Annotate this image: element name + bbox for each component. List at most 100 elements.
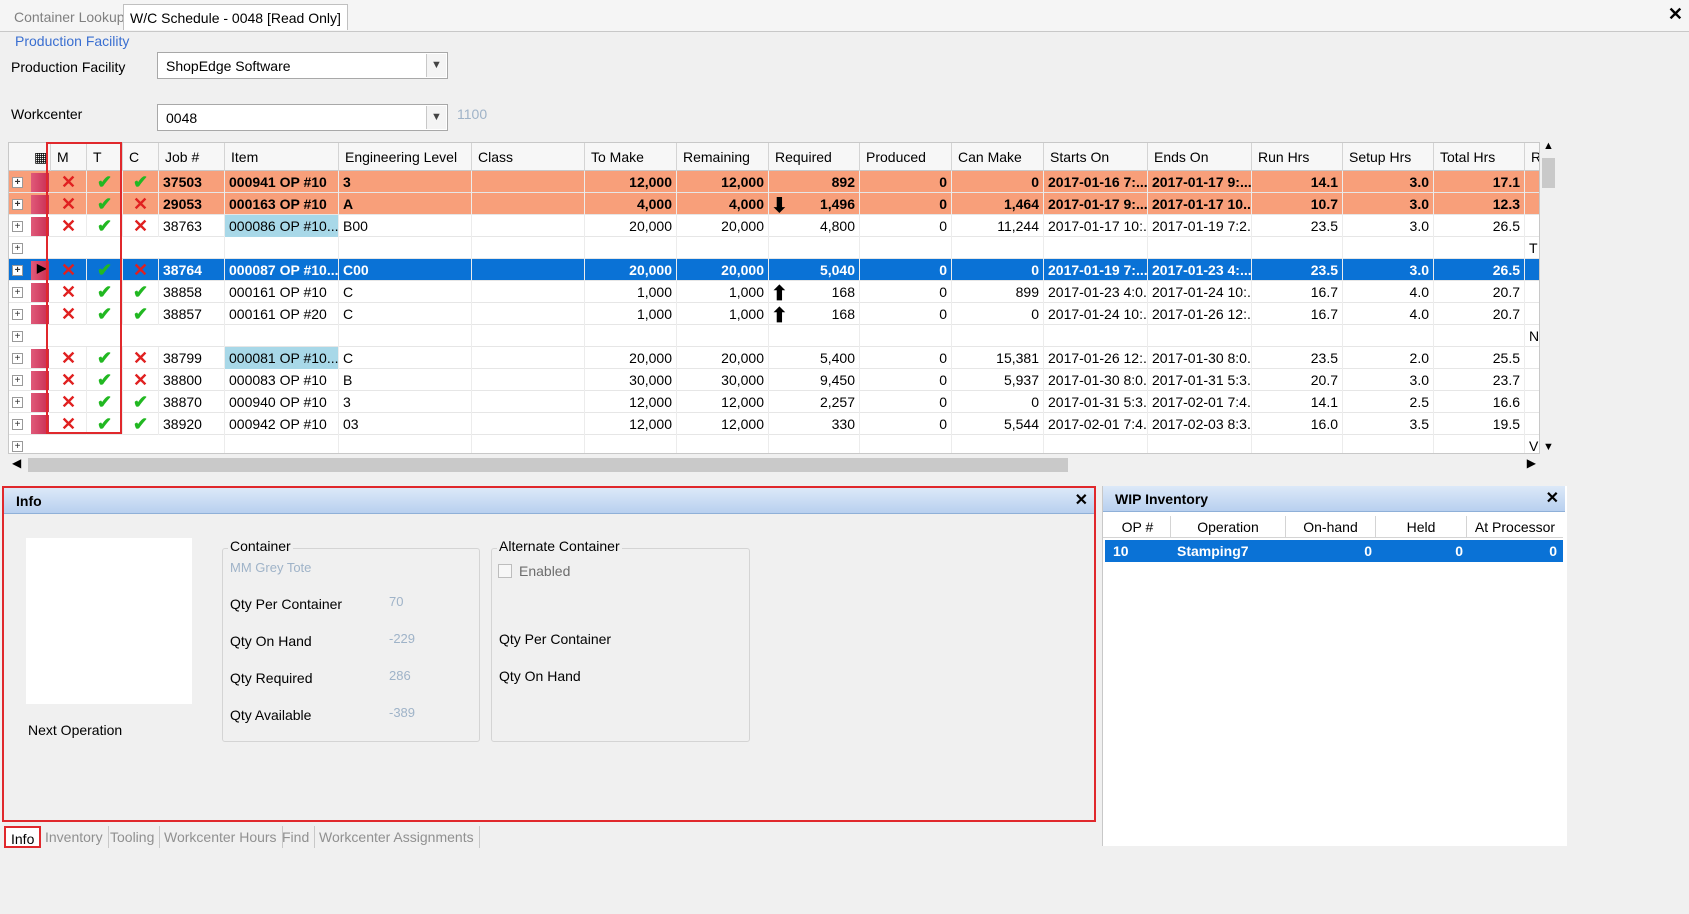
scroll-up-icon[interactable]: ▲ bbox=[1543, 140, 1554, 152]
col-m[interactable]: M bbox=[51, 143, 87, 171]
scroll-right-icon[interactable]: ▶ bbox=[1527, 456, 1536, 470]
total-hrs-cell: 20.7 bbox=[1434, 303, 1525, 325]
tab-inventory[interactable]: Inventory bbox=[40, 826, 109, 848]
expand-icon[interactable]: + bbox=[12, 331, 23, 342]
r-cell: T bbox=[1525, 237, 1539, 259]
total-hrs-cell: 26.5 bbox=[1434, 259, 1525, 281]
scroll-thumb[interactable] bbox=[1542, 158, 1555, 188]
wip-col-op[interactable]: OP # bbox=[1105, 516, 1171, 538]
col-can-make[interactable]: Can Make bbox=[952, 143, 1044, 171]
col-engineering-level[interactable]: Engineering Level bbox=[339, 143, 472, 171]
expand-icon[interactable]: + bbox=[12, 375, 23, 386]
close-icon[interactable]: ✕ bbox=[1075, 488, 1088, 514]
chevron-down-icon[interactable]: ▼ bbox=[426, 106, 446, 129]
schedule-grid: ▦ M T C Job # Item Engineering Level Cla… bbox=[8, 142, 1540, 454]
workcenter-combo[interactable]: 0048 ▼ bbox=[157, 104, 448, 131]
close-icon[interactable]: ✕ bbox=[1546, 486, 1559, 512]
col-run-hrs[interactable]: Run Hrs bbox=[1252, 143, 1343, 171]
expand-icon[interactable]: + bbox=[12, 243, 23, 254]
col-required[interactable]: Required bbox=[769, 143, 860, 171]
table-row[interactable]: + ✕ ✔ ✕ 38800 000083 OP #10 B 30,000 30,000 9,450… bbox=[9, 369, 1539, 392]
col-produced[interactable]: Produced bbox=[860, 143, 952, 171]
table-row[interactable]: + ✕ ✔ ✔ 38870 000940 OP #10 3 12,000 12,000 2,257… bbox=[9, 391, 1539, 414]
table-row[interactable]: + ✕ ✔ ✔ 38858 000161 OP #10 C 1,000 1,000 168 0 899… bbox=[9, 281, 1539, 305]
tab-tooling[interactable]: Tooling bbox=[105, 826, 161, 848]
cross-icon: ✕ bbox=[60, 282, 77, 302]
expand-icon[interactable]: + bbox=[12, 221, 23, 232]
expand-icon[interactable]: + bbox=[12, 397, 23, 408]
wip-col-operation[interactable]: Operation bbox=[1171, 516, 1286, 538]
table-row[interactable]: + ✕ ✔ ✔ 38857 000161 OP #20 C 1,000 1,000 168 0 0 20… bbox=[9, 303, 1539, 327]
col-r[interactable]: R bbox=[1525, 143, 1539, 171]
group-separator-row[interactable]: + V bbox=[9, 435, 1539, 453]
col-class[interactable]: Class bbox=[472, 143, 585, 171]
expand-icon[interactable]: + bbox=[12, 419, 23, 430]
class-cell bbox=[472, 435, 585, 453]
table-row[interactable]: + ✕ ✔ ✕ 38799 000081 OP #10... C 20,000 20,000 5,… bbox=[9, 347, 1539, 370]
scroll-left-icon[interactable]: ◀ bbox=[12, 456, 21, 470]
column-chooser-icon[interactable]: ▦ bbox=[31, 143, 51, 171]
grid-vertical-scrollbar[interactable]: ▲ ▼ bbox=[1540, 140, 1557, 453]
tab-wc-schedule[interactable]: W/C Schedule - 0048 [Read Only] bbox=[123, 4, 348, 30]
group-separator-row[interactable]: + T bbox=[9, 237, 1539, 259]
expand-icon[interactable]: + bbox=[12, 287, 23, 298]
expand-icon[interactable]: + bbox=[12, 309, 23, 320]
wip-row[interactable]: 10 Stamping7 0 0 0 bbox=[1105, 540, 1563, 562]
table-row[interactable]: + ✕ ✔ ✔ 38920 000942 OP #10 03 12,000 12,000 330 0… bbox=[9, 413, 1539, 436]
scroll-down-icon[interactable]: ▼ bbox=[1543, 441, 1554, 453]
bottom-tab-strip: Info Inventory Tooling Workcenter Hours … bbox=[0, 824, 1096, 848]
r-cell bbox=[1525, 259, 1539, 281]
production-facility-combo[interactable]: ShopEdge Software ▼ bbox=[157, 52, 448, 79]
col-total-hrs[interactable]: Total Hrs bbox=[1434, 143, 1525, 171]
expand-icon[interactable]: + bbox=[12, 265, 23, 276]
cross-icon: ✕ bbox=[60, 392, 77, 412]
engineering-level-cell: C bbox=[339, 303, 472, 325]
ends-on-cell: 2017-01-19 7:2... bbox=[1148, 215, 1252, 237]
required-cell: 330 bbox=[769, 413, 860, 435]
produced-cell bbox=[860, 325, 952, 347]
expand-icon[interactable]: + bbox=[12, 177, 23, 188]
col-item[interactable]: Item bbox=[225, 143, 339, 171]
col-remaining[interactable]: Remaining bbox=[677, 143, 769, 171]
enabled-checkbox[interactable] bbox=[498, 564, 512, 578]
scroll-thumb[interactable] bbox=[28, 458, 1068, 472]
tab-workcenter-hours[interactable]: Workcenter Hours bbox=[159, 826, 283, 848]
flag-t-cell: ✔ bbox=[87, 413, 123, 436]
col-c[interactable]: C bbox=[123, 143, 159, 171]
table-row[interactable]: + ✕ ✔ ✔ 37503 000941 OP #10 3 12,000 12,000 892 0 0… bbox=[9, 171, 1539, 194]
expand-icon[interactable]: + bbox=[12, 199, 23, 210]
flag-c-cell: ✕ bbox=[123, 215, 159, 238]
expand-icon[interactable]: + bbox=[12, 353, 23, 364]
flag-t-cell: ✔ bbox=[87, 193, 123, 216]
chevron-down-icon[interactable]: ▼ bbox=[426, 54, 446, 77]
cross-icon: ✕ bbox=[60, 172, 77, 192]
col-setup-hrs[interactable]: Setup Hrs bbox=[1343, 143, 1434, 171]
flag-t-cell: ✔ bbox=[87, 347, 123, 370]
table-row[interactable]: + ✕ ✔ ✕ 29053 000163 OP #10 A 4,000 4,000 1,496 0 1… bbox=[9, 193, 1539, 217]
table-row[interactable]: + ▶ ✕ ✔ ✕ 38764 000087 OP #10... C00 20,000 20,00… bbox=[9, 259, 1539, 282]
production-facility-label: Production Facility bbox=[11, 59, 126, 75]
table-row[interactable]: + ✕ ✔ ✕ 38763 000086 OP #10... B00 20,000 20,000… bbox=[9, 215, 1539, 238]
tab-find[interactable]: Find bbox=[277, 826, 316, 848]
setup-hrs-cell: 2.0 bbox=[1343, 347, 1434, 369]
r-cell bbox=[1525, 391, 1539, 413]
col-t[interactable]: T bbox=[87, 143, 123, 171]
to-make-cell bbox=[585, 435, 677, 453]
col-starts-on[interactable]: Starts On bbox=[1044, 143, 1148, 171]
col-to-make[interactable]: To Make bbox=[585, 143, 677, 171]
info-panel-header: Info ✕ bbox=[4, 488, 1094, 514]
wip-col-held[interactable]: Held bbox=[1376, 516, 1467, 538]
col-ends-on[interactable]: Ends On bbox=[1148, 143, 1252, 171]
wip-col-on-hand[interactable]: On-hand bbox=[1286, 516, 1376, 538]
col-job[interactable]: Job # bbox=[159, 143, 225, 171]
group-separator-row[interactable]: + N bbox=[9, 325, 1539, 347]
tab-container-lookup[interactable]: Container Lookup bbox=[8, 4, 131, 30]
remaining-cell: 12,000 bbox=[677, 391, 769, 413]
wip-col-at-processor[interactable]: At Processor bbox=[1467, 516, 1563, 538]
setup-hrs-cell: 3.0 bbox=[1343, 369, 1434, 391]
tab-workcenter-assignments[interactable]: Workcenter Assignments bbox=[314, 826, 480, 848]
tab-info[interactable]: Info bbox=[4, 826, 42, 848]
expand-icon[interactable]: + bbox=[12, 441, 23, 452]
close-icon[interactable]: ✕ bbox=[1668, 4, 1683, 25]
grid-horizontal-scrollbar[interactable]: ◀ ▶ bbox=[8, 456, 1540, 474]
